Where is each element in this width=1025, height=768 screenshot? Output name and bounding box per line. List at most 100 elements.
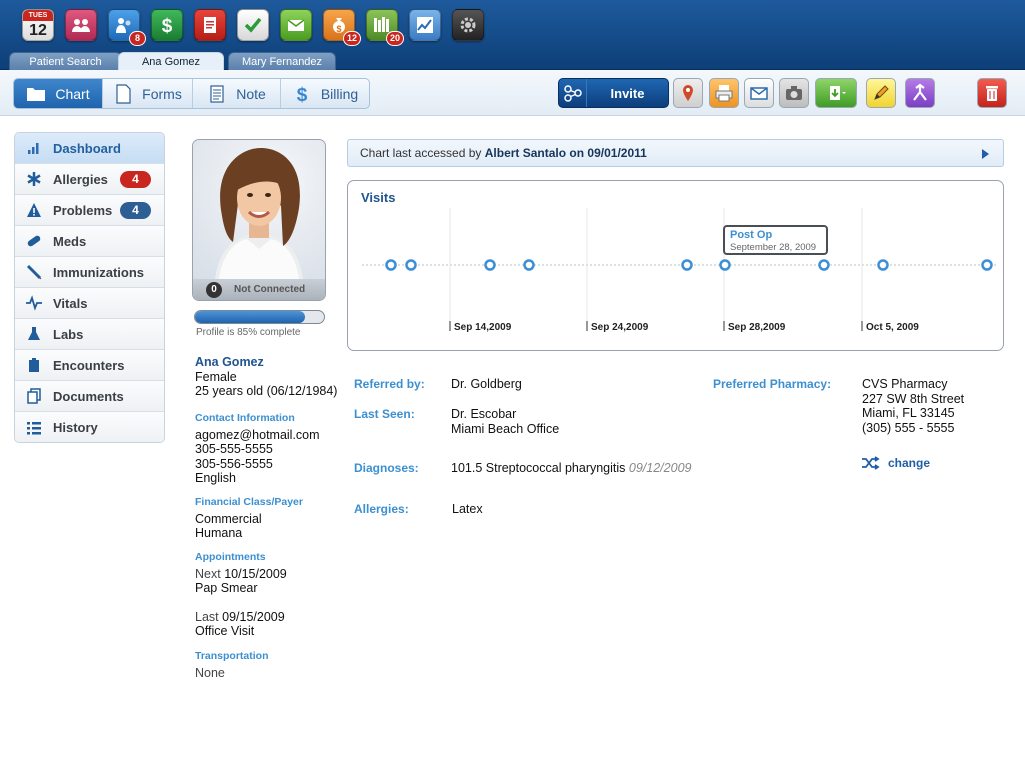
inbox-icon[interactable] — [280, 9, 312, 41]
visit-tooltip: Post Op September 28, 2009 — [723, 225, 828, 255]
last-seen-label: Last Seen: — [354, 407, 415, 421]
camera-icon[interactable] — [779, 78, 809, 108]
note-tab-button[interactable]: Note — [193, 79, 281, 108]
billing-tab-button[interactable]: $ Billing — [281, 79, 369, 108]
last-appointment-date: 09/15/2009 — [222, 609, 285, 624]
sidebar-item-label: Immunizations — [53, 264, 145, 280]
last-seen-doctor: Dr. Escobar — [451, 407, 517, 421]
money-bag-icon[interactable]: $ 12 — [323, 9, 361, 46]
sidebar-item-label: Encounters — [53, 357, 125, 373]
visit-marker[interactable] — [681, 259, 693, 271]
documents-icon — [15, 388, 53, 404]
sidebar-item-label: Dashboard — [53, 140, 121, 156]
timeline-axis-label: Oct 5, 2009 — [866, 322, 919, 333]
sidebar-item-dashboard[interactable]: Dashboard — [15, 133, 164, 164]
sidebar-item-label: Documents — [53, 388, 124, 404]
heartbeat-icon — [15, 295, 53, 311]
tab-mary-fernandez[interactable]: Mary Fernandez — [228, 52, 336, 70]
checkmark-icon[interactable] — [237, 9, 269, 41]
line-chart-icon[interactable] — [409, 9, 441, 41]
dollar-sign-icon: $ — [297, 85, 308, 104]
pharmacy-phone: (305) 555 - 5555 — [862, 420, 955, 435]
diagnosis-entry: 101.5 Streptococcal pharyngitis 09/12/20… — [451, 461, 691, 476]
profile-progress-text: Profile is 85% complete — [196, 327, 301, 338]
view-segmented-control: Chart Forms Note $ Billing — [13, 78, 370, 109]
visit-marker[interactable] — [981, 259, 993, 271]
visit-marker-selected[interactable] — [719, 259, 731, 271]
map-pin-icon[interactable] — [673, 78, 703, 108]
visit-marker[interactable] — [877, 259, 889, 271]
sidebar-item-encounters[interactable]: Encounters — [15, 350, 164, 381]
financial-heading: Financial Class/Payer — [195, 496, 303, 508]
patient-identity: Ana Gomez Female 25 years old (06/12/198… — [195, 355, 337, 399]
banner-accessor: Albert Santalo on 09/01/2011 — [484, 146, 647, 160]
sidebar-item-meds[interactable]: Meds — [15, 226, 164, 257]
sidebar-item-documents[interactable]: Documents — [15, 381, 164, 412]
patient-email[interactable]: agomez@hotmail.com — [195, 428, 320, 443]
banner-prefix: Chart last accessed by — [360, 146, 482, 160]
chart-tab-button[interactable]: Chart — [14, 79, 103, 108]
sidebar-item-immunizations[interactable]: Immunizations — [15, 257, 164, 288]
chart-access-banner[interactable]: Chart last accessed by Albert Santalo on… — [347, 139, 1004, 167]
tab-ana-gomez[interactable]: Ana Gomez — [118, 52, 224, 70]
sidebar-item-labs[interactable]: Labs — [15, 319, 164, 350]
visit-marker[interactable] — [818, 259, 830, 271]
sidebar-item-problems[interactable]: Problems 4 — [15, 195, 164, 226]
tab-patient-search[interactable]: Patient Search — [9, 52, 122, 70]
visit-marker[interactable] — [484, 259, 496, 271]
forms-tab-button[interactable]: Forms — [103, 79, 193, 108]
change-label: change — [888, 456, 931, 470]
document-icon[interactable] — [194, 9, 226, 41]
calendar-date: 12 — [29, 22, 47, 39]
referred-by-value: Dr. Goldberg — [451, 377, 522, 391]
timeline-axis-label: Sep 28,2009 — [728, 322, 786, 333]
calendar-app-icon[interactable]: TUES 12 — [22, 9, 54, 41]
sidebar-item-history[interactable]: History — [15, 412, 164, 442]
diagnosis-text: 101.5 Streptococcal pharyngitis — [451, 461, 626, 475]
change-pharmacy-button[interactable]: change — [862, 456, 930, 470]
transportation-heading: Transportation — [195, 650, 269, 662]
visit-marker[interactable] — [523, 259, 535, 271]
users-group-icon[interactable] — [65, 9, 97, 41]
patient-language: English — [195, 471, 236, 485]
sidebar-item-allergies[interactable]: Allergies 4 — [15, 164, 164, 195]
pharmacy-city: Miami, FL 33145 — [862, 406, 955, 420]
patient-photo-card: 0 Not Connected — [192, 139, 326, 301]
pencil-icon[interactable] — [866, 78, 896, 108]
last-appointment-type: Office Visit — [195, 624, 255, 638]
clipboard-icon — [15, 357, 53, 373]
list-icon — [15, 420, 53, 436]
app-badge: 20 — [385, 31, 404, 46]
trash-icon[interactable] — [977, 78, 1007, 108]
diagnoses-label: Diagnoses: — [354, 461, 419, 475]
asterisk-icon — [15, 171, 53, 187]
printer-icon[interactable] — [709, 78, 739, 108]
gear-icon[interactable] — [452, 9, 484, 41]
visit-marker[interactable] — [385, 259, 397, 271]
patients-icon[interactable]: 8 — [108, 9, 146, 46]
last-seen-value: Dr. Escobar Miami Beach Office — [451, 407, 559, 436]
appointments-heading: Appointments — [195, 551, 266, 563]
sidebar-item-label: Vitals — [53, 295, 88, 311]
profile-progress-bar — [194, 310, 325, 324]
bar-chart-icon — [15, 140, 53, 156]
pill-icon — [15, 233, 53, 249]
allergies-value: Latex — [452, 502, 483, 516]
timeline-axis-label: Sep 24,2009 — [591, 322, 649, 333]
dollar-icon[interactable]: $ — [151, 9, 183, 41]
chart-tab-label: Chart — [55, 85, 90, 102]
merge-icon[interactable] — [905, 78, 935, 108]
patient-phone-2: 305-556-5555 — [195, 456, 273, 471]
last-seen-office: Miami Beach Office — [451, 421, 560, 436]
preferred-pharmacy-label: Preferred Pharmacy: — [713, 377, 832, 391]
invite-button[interactable]: Invite — [558, 78, 669, 108]
contact-heading: Contact Information — [195, 412, 295, 424]
library-icon[interactable]: 20 — [366, 9, 404, 46]
export-icon[interactable] — [815, 78, 857, 108]
next-appointment-date: 10/15/2009 — [224, 566, 287, 581]
envelope-icon[interactable] — [744, 78, 774, 108]
visit-marker[interactable] — [405, 259, 417, 271]
svg-text:$: $ — [297, 85, 308, 104]
allergies-label: Allergies: — [354, 502, 409, 516]
sidebar-item-vitals[interactable]: Vitals — [15, 288, 164, 319]
